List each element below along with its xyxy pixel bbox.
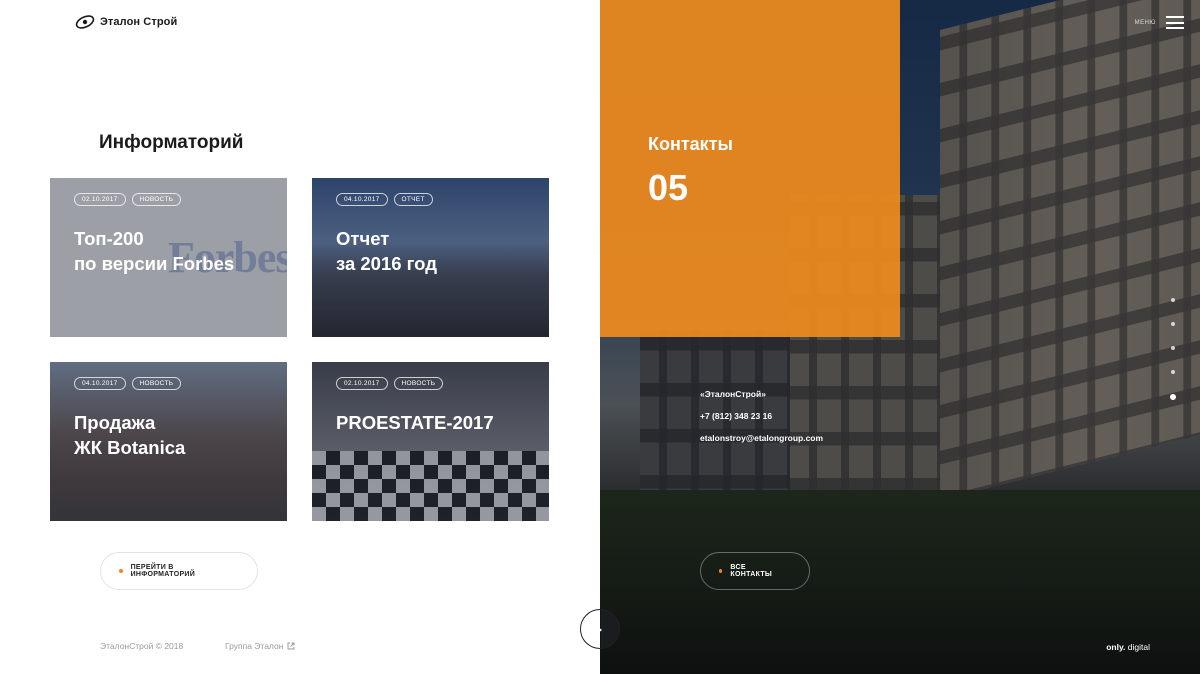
hamburger-icon	[1166, 16, 1184, 29]
button-label: ВСЕ КОНТАКТЫ	[730, 564, 773, 578]
news-card-proestate[interactable]: 02.10.2017 НОВОСТЬ PROESTATE-2017	[312, 362, 549, 521]
button-half	[601, 610, 619, 648]
developer-credit[interactable]: only. digital	[1106, 642, 1150, 652]
news-card-forbes[interactable]: Forbes 02.10.2017 НОВОСТЬ Топ-200 по вер…	[50, 178, 287, 337]
card-headline: PROESTATE-2017	[336, 412, 494, 433]
card-tags: 04.10.2017 ОТЧЕТ	[336, 193, 433, 206]
go-to-informatory-button[interactable]: ПЕРЕЙТИ В ИНФОРМАТОРИЙ	[100, 552, 258, 590]
section-title: Контакты	[648, 134, 733, 154]
menu-label: МЕНЮ	[1134, 19, 1156, 26]
card-headline: Топ-200 по версии Forbes	[74, 228, 235, 274]
pagination-dot[interactable]	[1171, 370, 1175, 374]
category-badge: ОТЧЕТ	[393, 193, 433, 206]
email-link[interactable]: etalonstroy@etalongroup.com	[700, 433, 823, 443]
bullet-icon	[719, 569, 723, 573]
category-badge: НОВОСТЬ	[131, 377, 182, 390]
brand-rest: digital	[1125, 642, 1150, 652]
logo-text: Эталон Строй	[100, 16, 178, 28]
card-headline: Отчет за 2016 год	[336, 228, 437, 274]
bullet-icon	[119, 569, 123, 573]
card-tags: 02.10.2017 НОВОСТЬ	[74, 193, 182, 206]
contacts-panel: Контакты 05 МЕНЮ «ЭталонСтрой» +7 (812) …	[600, 0, 1200, 674]
pagination-dot[interactable]	[1171, 298, 1175, 302]
scroll-arrow-button[interactable]	[580, 609, 620, 649]
brand-strong: only.	[1106, 642, 1126, 652]
date-badge: 04.10.2017	[74, 377, 126, 390]
menu-button[interactable]: МЕНЮ	[1135, 16, 1184, 29]
date-badge: 02.10.2017	[336, 377, 388, 390]
external-link-icon	[287, 642, 295, 650]
button-label: ПЕРЕЙТИ В ИНФОРМАТОРИЙ	[130, 564, 196, 578]
section-pagination	[1170, 298, 1176, 400]
pagination-dot-active[interactable]	[1170, 394, 1176, 400]
all-contacts-button[interactable]: ВСЕ КОНТАКТЫ	[700, 552, 810, 590]
date-badge: 02.10.2017	[74, 193, 126, 206]
company-name: «ЭталонСтрой»	[700, 389, 766, 399]
section-number: 05	[648, 167, 689, 208]
logo[interactable]: Эталон Строй	[74, 14, 177, 30]
pagination-dot[interactable]	[1171, 322, 1175, 326]
card-tags: 02.10.2017 НОВОСТЬ	[336, 377, 444, 390]
category-badge: НОВОСТЬ	[393, 377, 444, 390]
card-tags: 04.10.2017 НОВОСТЬ	[74, 377, 182, 390]
group-link-label: Группа Эталон	[225, 641, 284, 651]
news-card-botanica[interactable]: 04.10.2017 НОВОСТЬ Продажа ЖК Botanica	[50, 362, 287, 521]
logo-icon	[75, 15, 95, 29]
informatory-panel: Эталон Строй Информаторий Forbes 02.10.2…	[0, 0, 600, 674]
pagination-dot[interactable]	[1171, 346, 1175, 350]
news-card-report[interactable]: 04.10.2017 ОТЧЕТ Отчет за 2016 год	[312, 178, 549, 337]
category-badge: НОВОСТЬ	[131, 193, 182, 206]
arrow-right-icon	[597, 626, 602, 634]
page-title: Информаторий	[99, 132, 244, 153]
copyright: ЭталонСтрой © 2018	[100, 641, 184, 651]
date-badge: 04.10.2017	[336, 193, 388, 206]
group-link[interactable]: Группа Эталон	[225, 641, 295, 651]
phone-link[interactable]: +7 (812) 348 23 16	[700, 411, 772, 421]
card-headline: Продажа ЖК Botanica	[74, 412, 186, 458]
contacts-accent-block: Контакты 05	[600, 0, 900, 337]
